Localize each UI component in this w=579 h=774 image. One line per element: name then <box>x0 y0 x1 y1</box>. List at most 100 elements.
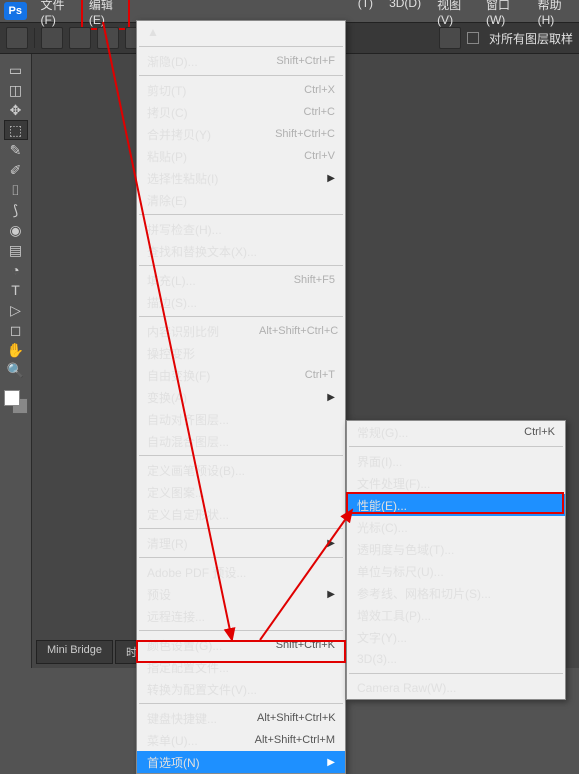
pref-menu-item-7[interactable]: 单位与标尺(U)... <box>347 560 565 582</box>
tool-preset-icon[interactable] <box>6 27 28 49</box>
sample-all-label: 对所有图层取样 <box>489 30 573 47</box>
edit-menu-item-12: 查找和替换文本(X)... <box>137 240 345 262</box>
pref-menu-item-11[interactable]: 3D(3)... <box>347 648 565 670</box>
edit-menu-shortcut-5: Ctrl+C <box>304 106 335 118</box>
edit-menu-shortcut-14: Shift+F5 <box>294 274 335 286</box>
edit-menu-sep-10 <box>139 214 343 215</box>
tool-7[interactable]: ⟆ <box>4 200 28 220</box>
edit-menu-item-32[interactable]: 远程连接... <box>137 605 345 627</box>
edit-menu-shortcut-6: Shift+Ctrl+C <box>275 128 335 140</box>
submenu-arrow-icon: ▶ <box>327 589 335 600</box>
tool-10[interactable]: ◔ <box>4 260 28 280</box>
pref-menu-item-2[interactable]: 界面(I)... <box>347 450 565 472</box>
edit-menu-shortcut-4: Ctrl+X <box>304 84 335 96</box>
pref-menu-sep-1 <box>349 446 563 447</box>
tool-11[interactable]: T <box>4 280 28 300</box>
edit-menu-shortcut-17: Alt+Shift+Ctrl+C <box>259 325 338 337</box>
tool-panel: ▭◫✥⬚✎✐⌷⟆◉▤◔T▷◻✋🔍 <box>0 54 32 668</box>
edit-menu-item-26: 定义自定形状... <box>137 503 345 525</box>
edit-menu-item-14: 填充(L)...Shift+F5 <box>137 269 345 291</box>
pref-menu-item-5[interactable]: 光标(C)... <box>347 516 565 538</box>
edit-menu-item-36: 转换为配置文件(V)... <box>137 678 345 700</box>
pref-menu-item-4[interactable]: 性能(E)... <box>347 494 565 516</box>
edit-menu-shortcut-34: Shift+Ctrl+K <box>276 639 335 651</box>
edit-menu-item-39[interactable]: 菜单(U)...Alt+Shift+Ctrl+M <box>137 729 345 751</box>
tool-8[interactable]: ◉ <box>4 220 28 240</box>
edit-menu-item-17: 内容识别比例Alt+Shift+Ctrl+C <box>137 320 345 342</box>
tool-1[interactable]: ◫ <box>4 80 28 100</box>
sample-all-checkbox[interactable] <box>467 32 479 44</box>
edit-menu-label-20: 变换(A) <box>147 389 327 406</box>
edit-menu-item-34[interactable]: 颜色设置(G)...Shift+Ctrl+K <box>137 634 345 656</box>
tool-6[interactable]: ⌷ <box>4 180 28 200</box>
edit-menu-label-36: 转换为配置文件(V)... <box>147 681 335 698</box>
edit-menu-label-39: 菜单(U)... <box>147 732 255 749</box>
pref-menu-item-3[interactable]: 文件处理(F)... <box>347 472 565 494</box>
edit-menu-item-11: 拼写检查(H)... <box>137 218 345 240</box>
opt-icon-1[interactable] <box>41 27 63 49</box>
tool-2[interactable]: ✥ <box>4 100 28 120</box>
pref-menu-label-9: 增效工具(P)... <box>357 607 555 624</box>
tool-4[interactable]: ✎ <box>4 140 28 160</box>
menu-2[interactable]: (T) <box>350 0 381 30</box>
ps-logo: Ps <box>4 2 27 20</box>
pref-menu-label-7: 单位与标尺(U)... <box>357 563 555 580</box>
edit-menu-item-5: 拷贝(C)Ctrl+C <box>137 101 345 123</box>
opt-icon-3[interactable] <box>97 27 119 49</box>
tool-5[interactable]: ✐ <box>4 160 28 180</box>
edit-menu-item-6: 合并拷贝(Y)Shift+Ctrl+C <box>137 123 345 145</box>
edit-menu-item-28[interactable]: 清理(R)▶ <box>137 532 345 554</box>
edit-menu-label-31: 预设 <box>147 586 327 603</box>
edit-menu-label-32: 远程连接... <box>147 608 335 625</box>
edit-menu-label-15: 描边(S)... <box>147 294 335 311</box>
submenu-arrow-icon: ▶ <box>327 538 335 549</box>
edit-menu-item-38[interactable]: 键盘快捷键...Alt+Shift+Ctrl+K <box>137 707 345 729</box>
edit-menu-sep-13 <box>139 265 343 266</box>
opt-icon-2[interactable] <box>69 27 91 49</box>
opt-icon-5[interactable] <box>439 27 461 49</box>
edit-menu-item-8: 选择性粘贴(I)▶ <box>137 167 345 189</box>
pref-menu-item-13[interactable]: Camera Raw(W)... <box>347 677 565 699</box>
edit-menu-sep-16 <box>139 316 343 317</box>
menu-0[interactable]: 文件(F) <box>33 0 81 30</box>
tool-9[interactable]: ▤ <box>4 240 28 260</box>
edit-menu-label-30: Adobe PDF 预设... <box>147 564 335 581</box>
pref-menu-label-4: 性能(E)... <box>357 497 555 514</box>
menu-6[interactable]: 帮助(H) <box>530 0 579 30</box>
edit-menu-sep-3 <box>139 75 343 76</box>
tab-mini-bridge[interactable]: Mini Bridge <box>36 640 113 664</box>
edit-menu-item-7: 粘贴(P)Ctrl+V <box>137 145 345 167</box>
edit-menu-item-30[interactable]: Adobe PDF 预设... <box>137 561 345 583</box>
edit-menu-shortcut-38: Alt+Shift+Ctrl+K <box>257 712 336 724</box>
submenu-arrow-icon: ▶ <box>327 173 335 184</box>
menu-5[interactable]: 窗口(W) <box>478 0 530 30</box>
menu-4[interactable]: 视图(V) <box>429 0 478 30</box>
edit-menu-item-35: 指定配置文件... <box>137 656 345 678</box>
edit-menu-item-31[interactable]: 预设▶ <box>137 583 345 605</box>
pref-menu-label-3: 文件处理(F)... <box>357 475 555 492</box>
edit-menu-item-40[interactable]: 首选项(N)▶ <box>137 751 345 773</box>
submenu-arrow-icon: ▶ <box>327 392 335 403</box>
pref-menu-item-0[interactable]: 常规(G)...Ctrl+K <box>347 421 565 443</box>
menu-1[interactable]: 编辑(E) <box>81 0 130 30</box>
color-swatch[interactable] <box>4 390 28 414</box>
menu-3[interactable]: 3D(D) <box>381 0 429 30</box>
pref-menu-item-10[interactable]: 文字(Y)... <box>347 626 565 648</box>
edit-menu-sep-1 <box>139 46 343 47</box>
pref-menu-item-6[interactable]: 透明度与色域(T)... <box>347 538 565 560</box>
tool-12[interactable]: ▷ <box>4 300 28 320</box>
tool-13[interactable]: ◻ <box>4 320 28 340</box>
pref-menu-label-0: 常规(G)... <box>357 424 524 441</box>
pref-menu-label-6: 透明度与色域(T)... <box>357 541 555 558</box>
tool-14[interactable]: ✋ <box>4 340 28 360</box>
edit-menu-label-4: 剪切(T) <box>147 82 304 99</box>
edit-menu-label-26: 定义自定形状... <box>147 506 335 523</box>
pref-menu-item-9[interactable]: 增效工具(P)... <box>347 604 565 626</box>
tool-15[interactable]: 🔍 <box>4 360 28 380</box>
edit-menu-label-17: 内容识别比例 <box>147 323 259 340</box>
tool-3[interactable]: ⬚ <box>4 120 28 140</box>
tool-0[interactable]: ▭ <box>4 60 28 80</box>
pref-menu-sep-12 <box>349 673 563 674</box>
pref-menu-item-8[interactable]: 参考线、网格和切片(S)... <box>347 582 565 604</box>
menubar: Ps 文件(F)编辑(E)(T)3D(D)视图(V)窗口(W)帮助(H) <box>0 0 579 22</box>
